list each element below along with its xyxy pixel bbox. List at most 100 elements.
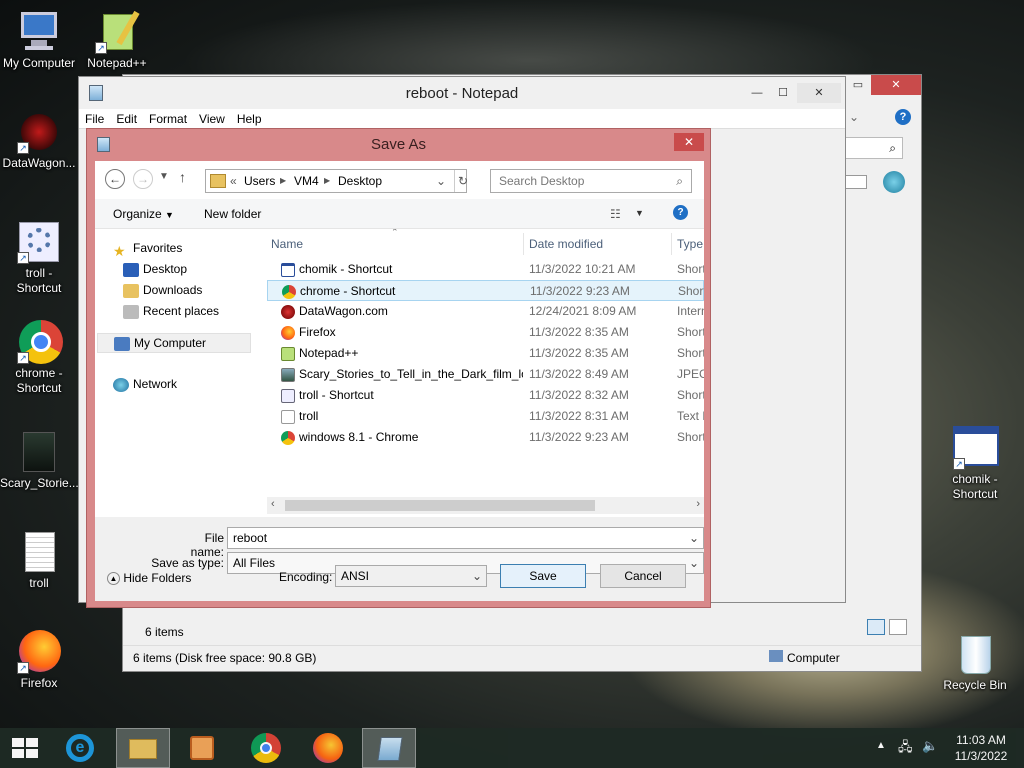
- address-bar[interactable]: « Users ▶ VM4 ▶ Desktop ⌄ ↻: [205, 169, 468, 193]
- view-icon[interactable]: [845, 175, 867, 189]
- chevron-down-icon[interactable]: ⌄: [689, 553, 699, 573]
- notepad-minimize-button[interactable]: —: [745, 83, 769, 103]
- column-name[interactable]: Name: [271, 229, 303, 259]
- menu-edit[interactable]: Edit: [110, 109, 143, 129]
- menu-format[interactable]: Format: [143, 109, 193, 129]
- desktop-icon-chrome-shortcut[interactable]: ↗ chrome - Shortcut: [0, 320, 78, 396]
- chevron-down-icon[interactable]: ⌄: [472, 566, 482, 586]
- file-name-input[interactable]: reboot ⌄: [227, 527, 704, 549]
- back-icon[interactable]: ←: [105, 169, 125, 189]
- dialog-close-button[interactable]: ✕: [674, 133, 704, 151]
- desktop-icon-my-computer[interactable]: My Computer: [0, 10, 78, 71]
- nav-downloads[interactable]: Downloads: [123, 281, 202, 299]
- firefox-icon[interactable]: [302, 728, 356, 768]
- breadcrumb-desktop[interactable]: Desktop: [338, 170, 382, 192]
- table-row[interactable]: troll 11/3/2022 8:31 AM Text Docu: [267, 406, 704, 427]
- refresh-icon[interactable]: ↻: [458, 170, 468, 192]
- file-date-cell: 11/3/2022 9:23 AM: [529, 430, 629, 444]
- column-type[interactable]: Type: [677, 229, 703, 259]
- notepad-maximize-button[interactable]: ☐: [771, 83, 795, 103]
- notepadpp-icon: [281, 346, 295, 361]
- explorer-status-bar: 6 items (Disk free space: 90.8 GB) Compu…: [123, 645, 921, 671]
- table-row[interactable]: DataWagon.com 12/24/2021 8:09 AM Internet …: [267, 301, 704, 322]
- desktop-icon-recycle-bin[interactable]: Recycle Bin: [936, 632, 1014, 693]
- organize-button[interactable]: Organize ▼: [113, 207, 174, 221]
- table-row[interactable]: chrome - Shortcut 11/3/2022 9:23 AM Shortc…: [267, 280, 704, 301]
- internet-explorer-icon[interactable]: e: [54, 728, 108, 768]
- desktop-icon-notepadpp[interactable]: ↗ Notepad++: [78, 10, 156, 71]
- table-row[interactable]: windows 8.1 - Chrome 11/3/2022 9:23 AM Sho…: [267, 427, 704, 448]
- file-name-cell: chomik - Shortcut: [281, 259, 523, 280]
- table-row[interactable]: Scary_Stories_to_Tell_in_the_Dark_film_l…: [267, 364, 704, 385]
- scroll-left-icon[interactable]: ‹: [271, 498, 275, 510]
- file-date-cell: 11/3/2022 8:31 AM: [529, 409, 629, 423]
- encoding-select[interactable]: ANSI ⌄: [335, 565, 487, 587]
- menu-file[interactable]: File: [79, 109, 110, 129]
- dialog-title: Save As: [370, 136, 427, 153]
- volume-icon[interactable]: 🔈: [922, 738, 938, 754]
- collapse-icon: ▲: [107, 572, 120, 586]
- horizontal-scrollbar[interactable]: ‹ ›: [267, 497, 704, 514]
- file-date-cell: 11/3/2022 8:32 AM: [529, 388, 629, 402]
- breadcrumb-vm4[interactable]: VM4: [294, 170, 319, 192]
- media-player-icon[interactable]: [176, 728, 230, 768]
- new-folder-button[interactable]: New folder: [204, 207, 261, 221]
- address-dropdown-icon[interactable]: ⌄: [436, 170, 446, 192]
- network-status-icon[interactable]: 🖧: [898, 738, 913, 760]
- explorer-minimize-button[interactable]: ▭: [845, 75, 871, 95]
- file-date-cell: 11/3/2022 8:35 AM: [529, 325, 629, 339]
- table-row[interactable]: Notepad++ 11/3/2022 8:35 AM Shortcut: [267, 343, 704, 364]
- forward-icon[interactable]: →: [133, 169, 153, 189]
- nav-desktop[interactable]: Desktop: [123, 260, 187, 278]
- desktop-icon-datawagon[interactable]: ↗ DataWagon...: [0, 110, 78, 171]
- explorer-close-button[interactable]: ✕: [871, 75, 921, 95]
- up-arrow-icon[interactable]: ↑: [179, 169, 186, 185]
- file-explorer-icon[interactable]: [116, 728, 170, 768]
- clock[interactable]: 11:03 AM 11/3/2022: [946, 732, 1016, 764]
- chrome-icon: [282, 284, 296, 299]
- cancel-button[interactable]: Cancel: [600, 564, 686, 588]
- save-as-dialog[interactable]: Save As ✕ ← → ▼ ↑ « Users ▶ VM4 ▶ Deskto…: [86, 128, 711, 608]
- scrollbar-thumb[interactable]: [285, 500, 595, 511]
- search-input[interactable]: Search Desktop ⌕: [490, 169, 692, 193]
- recent-locations-chevron-icon[interactable]: ▼: [159, 171, 169, 182]
- notepad-close-button[interactable]: ✕: [797, 83, 841, 103]
- desktop-icon-troll-shortcut[interactable]: ↗ troll - Shortcut: [0, 220, 78, 296]
- menu-view[interactable]: View: [193, 109, 231, 129]
- nav-recent-places[interactable]: Recent places: [123, 302, 219, 320]
- tiles-view-icon[interactable]: [889, 619, 907, 635]
- search-icon[interactable]: ⌕: [845, 137, 903, 159]
- help-icon[interactable]: ?: [895, 109, 911, 125]
- hide-folders-button[interactable]: ▲ Hide Folders: [107, 571, 191, 586]
- help-icon[interactable]: ?: [673, 205, 688, 220]
- column-date-modified[interactable]: Date modified: [529, 229, 603, 259]
- chrome-icon[interactable]: [240, 728, 294, 768]
- table-row[interactable]: Firefox 11/3/2022 8:35 AM Shortcut: [267, 322, 704, 343]
- desktop-icon-firefox[interactable]: ↗ Firefox: [0, 630, 78, 691]
- view-dropdown-icon[interactable]: ▼: [635, 208, 644, 218]
- table-row[interactable]: troll - Shortcut 11/3/2022 8:32 AM Shortcu…: [267, 385, 704, 406]
- show-hidden-icons-icon[interactable]: ▲: [876, 740, 886, 751]
- desktop-icon-scary-stories[interactable]: Scary_Storie...: [0, 430, 79, 491]
- scroll-right-icon[interactable]: ›: [696, 498, 700, 510]
- menu-help[interactable]: Help: [231, 109, 268, 129]
- network-globe-icon: [883, 171, 905, 193]
- notepad-icon[interactable]: [362, 728, 416, 768]
- file-type-cell: Shortcut: [677, 346, 704, 360]
- desktop-icon-chomik-shortcut[interactable]: ↗ chomik - Shortcut: [936, 426, 1014, 502]
- breadcrumb-users[interactable]: Users: [244, 170, 275, 192]
- save-button[interactable]: Save: [500, 564, 586, 588]
- nav-network[interactable]: Network: [113, 375, 177, 393]
- view-options-icon[interactable]: ☷: [610, 207, 621, 221]
- file-name-cell: windows 8.1 - Chrome: [281, 427, 523, 448]
- chevron-down-icon[interactable]: ⌄: [689, 528, 699, 548]
- table-row[interactable]: chomik - Shortcut 11/3/2022 10:21 AM Short…: [267, 259, 704, 280]
- start-icon[interactable]: [0, 728, 54, 768]
- desktop-icon-troll[interactable]: troll: [0, 530, 78, 591]
- nav-my-computer[interactable]: My Computer: [97, 333, 251, 353]
- nav-favorites[interactable]: ★ Favorites: [113, 239, 182, 259]
- chevron-down-icon[interactable]: ⌄: [849, 109, 869, 125]
- details-view-icon[interactable]: [867, 619, 885, 635]
- status-item-count: 6 items: [145, 625, 184, 639]
- recycle-bin-icon: [953, 632, 997, 676]
